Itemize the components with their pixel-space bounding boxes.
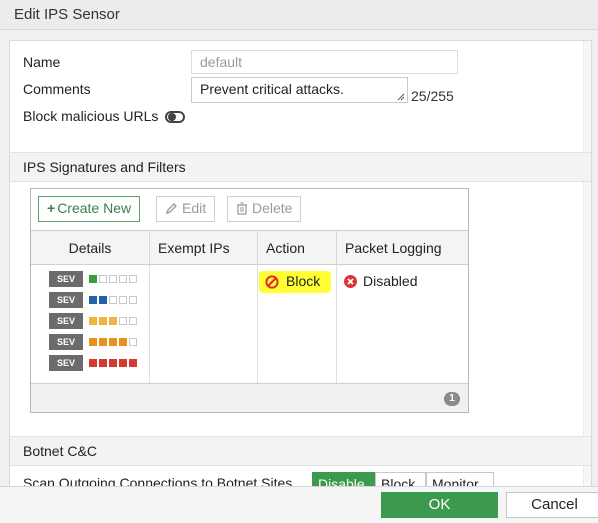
prohibited-icon (265, 275, 279, 289)
ips-section-header: IPS Signatures and Filters (10, 152, 591, 182)
column-header-exempt-ips[interactable]: Exempt IPs (149, 231, 257, 266)
severity-level-square (119, 338, 127, 346)
severity-level-square (119, 296, 127, 304)
action-block-highlight: Block (259, 271, 331, 293)
create-new-label: Create New (57, 200, 132, 216)
severity-level-square (129, 275, 137, 283)
severity-level-square (109, 296, 117, 304)
x-circle-icon (344, 275, 357, 288)
severity-level-square (129, 359, 137, 367)
dialog-footer: OK Cancel (0, 486, 598, 523)
dialog-title: Edit IPS Sensor (14, 6, 120, 23)
edit-label: Edit (182, 200, 207, 216)
cancel-button[interactable]: Cancel (506, 492, 598, 518)
severity-level-square (129, 296, 137, 304)
table-toolbar: + Create New Edit Delete (31, 189, 468, 230)
resize-grip-icon[interactable] (397, 93, 405, 101)
column-divider (336, 265, 337, 383)
page-count-badge: 1 (444, 392, 460, 406)
table-row[interactable]: SEV SEV SEV SEV SEV Block Disabled (31, 265, 468, 383)
table-header: Details Exempt IPs Action Packet Logging (31, 230, 468, 266)
edit-button[interactable]: Edit (156, 196, 216, 222)
toggle-knob (168, 113, 176, 121)
severity-badge: SEV (49, 271, 83, 287)
comments-value: Prevent critical attacks. (200, 81, 344, 97)
severity-level-square (99, 317, 107, 325)
severity-level-square (119, 359, 127, 367)
ok-button[interactable]: OK (381, 492, 498, 518)
packet-logging-value: Disabled (363, 273, 418, 289)
botnet-section-header: Botnet C&C (10, 436, 591, 466)
severity-level-square (89, 338, 97, 346)
severity-level-square (109, 359, 117, 367)
name-label: Name (23, 54, 61, 70)
severity-level-square (89, 296, 97, 304)
packet-logging-cell: Disabled (344, 273, 417, 289)
severity-level-square (89, 359, 97, 367)
char-counter: 25/255 (411, 88, 454, 104)
severity-level-square (99, 275, 107, 283)
severity-level-square (119, 317, 127, 325)
plus-icon: + (47, 200, 56, 216)
column-divider (149, 265, 150, 383)
comments-label: Comments (23, 81, 91, 97)
severity-level-square (109, 275, 117, 283)
dialog-content: Name default Comments Prevent critical a… (9, 40, 592, 523)
column-header-packet-logging[interactable]: Packet Logging (336, 231, 468, 266)
botnet-section-title: Botnet C&C (23, 443, 97, 459)
block-urls-toggle[interactable] (165, 111, 185, 123)
severity-badge: SEV (49, 313, 83, 329)
severity-badge: SEV (49, 292, 83, 308)
severity-level-square (99, 338, 107, 346)
severity-level-square (99, 359, 107, 367)
column-divider (257, 265, 258, 383)
trash-icon (237, 202, 247, 215)
severity-level-square (99, 296, 107, 304)
table-footer: 1 (31, 383, 468, 412)
severity-level-square (129, 338, 137, 346)
dialog-titlebar: Edit IPS Sensor (0, 0, 598, 30)
pencil-icon (165, 203, 177, 215)
delete-button[interactable]: Delete (227, 196, 302, 222)
comments-field[interactable]: Prevent critical attacks. (191, 77, 408, 103)
severity-level-square (129, 317, 137, 325)
severity-level-square (109, 338, 117, 346)
column-header-details[interactable]: Details (31, 231, 149, 266)
column-header-action[interactable]: Action (257, 231, 336, 266)
ips-section-title: IPS Signatures and Filters (23, 159, 186, 175)
severity-level-square (89, 317, 97, 325)
create-new-button[interactable]: + Create New (38, 196, 141, 222)
severity-badge: SEV (49, 334, 83, 350)
severity-badge: SEV (49, 355, 83, 371)
block-urls-label: Block malicious URLs (23, 108, 159, 124)
name-field[interactable]: default (191, 50, 458, 74)
severity-level-square (109, 317, 117, 325)
severity-level-square (89, 275, 97, 283)
action-value: Block (286, 273, 321, 289)
delete-label: Delete (252, 200, 293, 216)
ips-filter-table: + Create New Edit Delete Details Exempt I… (30, 188, 469, 413)
severity-level-square (119, 275, 127, 283)
